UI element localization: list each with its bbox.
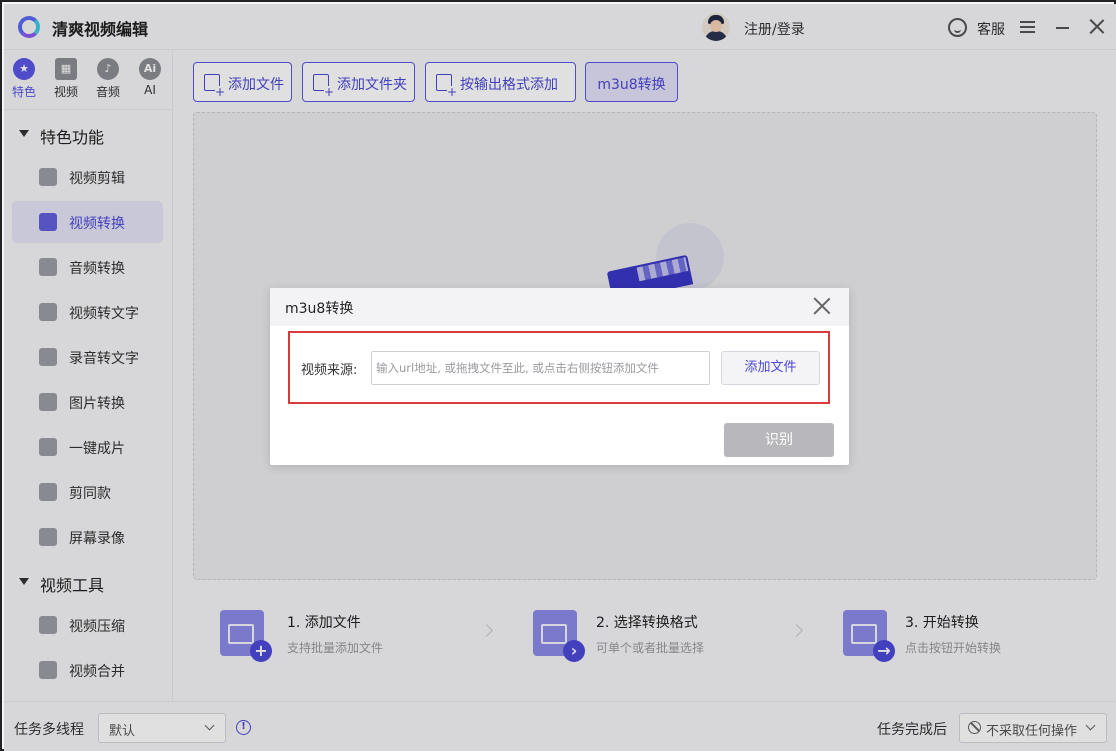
dialog-header: m3u8转换 <box>270 288 849 326</box>
m3u8-dialog: m3u8转换 视频来源: 添加文件 识别 <box>270 288 849 465</box>
close-icon[interactable] <box>813 297 831 315</box>
video-source-input[interactable] <box>371 351 710 385</box>
dialog-add-file-button[interactable]: 添加文件 <box>721 351 820 385</box>
video-source-label: 视频来源: <box>301 363 358 378</box>
dialog-title: m3u8转换 <box>285 301 354 317</box>
recognize-button[interactable]: 识别 <box>724 423 834 457</box>
app-window: 清爽视频编辑 注册/登录 客服 ★ 特色 ▦ 视频 ♪ 音频 Ai AI 特色功… <box>0 0 1116 751</box>
source-highlight-box: 视频来源: 添加文件 <box>288 331 830 404</box>
